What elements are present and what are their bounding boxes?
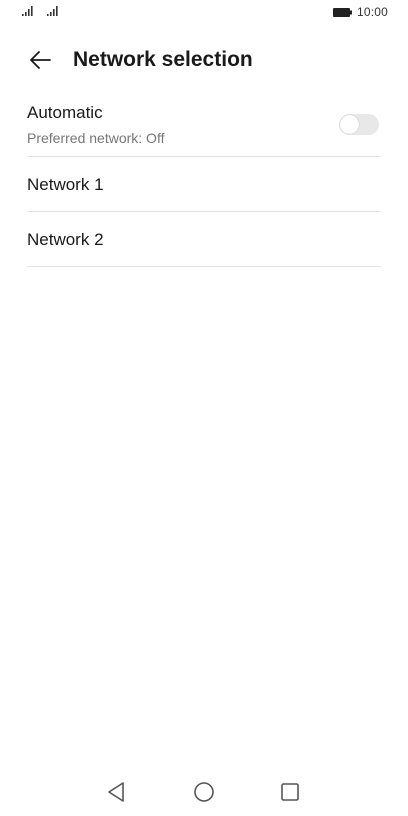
toggle-knob	[340, 115, 359, 134]
signal-icon	[22, 6, 33, 16]
network-2-label: Network 2	[27, 230, 104, 249]
automatic-toggle[interactable]	[339, 114, 379, 135]
network-1-row[interactable]: Network 1	[27, 157, 381, 212]
network-2-row[interactable]: Network 2	[27, 212, 381, 267]
signal-icon	[47, 6, 58, 16]
nav-home-button[interactable]	[190, 778, 218, 806]
status-time: 10:00	[357, 5, 389, 19]
battery-icon	[333, 8, 352, 17]
nav-recents-button[interactable]	[276, 778, 304, 806]
navigation-bar	[0, 772, 408, 812]
status-bar: 10:00	[0, 0, 408, 26]
nav-back-button[interactable]	[102, 778, 130, 806]
back-button[interactable]	[24, 46, 56, 74]
header: Network selection	[0, 38, 408, 82]
triangle-back-icon	[108, 782, 124, 802]
circle-home-icon	[194, 782, 214, 802]
arrow-left-icon	[30, 51, 51, 69]
settings-list: Automatic Preferred network: Off Network…	[27, 100, 381, 267]
preferred-network-subtitle: Preferred network: Off	[27, 130, 165, 146]
network-1-label: Network 1	[27, 175, 104, 194]
automatic-label: Automatic	[27, 103, 103, 122]
page-title: Network selection	[73, 48, 253, 71]
automatic-row[interactable]: Automatic Preferred network: Off	[27, 100, 381, 157]
square-recents-icon	[281, 783, 299, 801]
